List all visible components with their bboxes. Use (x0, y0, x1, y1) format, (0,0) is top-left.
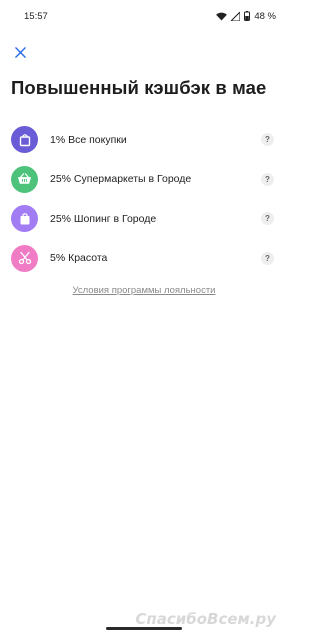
status-bar: 15:57 48 % (0, 0, 288, 32)
status-time: 15:57 (24, 10, 48, 22)
help-icon[interactable]: ? (261, 172, 274, 186)
close-button[interactable] (10, 42, 30, 62)
category-label: 25% Супермаркеты в Городе (50, 173, 192, 186)
category-icon-bg (11, 165, 38, 193)
battery-percent: 48 % (254, 10, 276, 22)
category-icon-bg (11, 205, 38, 233)
category-row-supermarkets[interactable]: 25% Супермаркеты в Городе ? (0, 160, 288, 200)
page-title: Повышенный кэшбэк в мае (11, 77, 267, 98)
status-icons: 48 % (216, 11, 276, 22)
category-label: 25% Шопинг в Городе (50, 212, 157, 225)
help-icon[interactable]: ? (261, 212, 274, 226)
category-icon-bg (11, 244, 38, 272)
category-row-shopping[interactable]: 25% Шопинг в Городе ? (0, 199, 288, 239)
signal-icon (231, 11, 241, 21)
shopping-bag-icon (19, 133, 30, 146)
basket-icon (17, 173, 32, 184)
battery-icon (244, 11, 251, 21)
category-row-beauty[interactable]: 5% Красота ? (0, 239, 288, 279)
help-icon[interactable]: ? (261, 251, 274, 265)
category-icon-bg (11, 126, 38, 154)
close-icon (14, 46, 26, 58)
watermark: СпасибоВсем.ру (135, 610, 276, 628)
loyalty-terms-link[interactable]: Условия программы лояльности (0, 285, 288, 296)
cashback-category-list: 1% Все покупки ? 25% Супермаркеты в Горо… (0, 120, 288, 278)
help-icon[interactable]: ? (261, 133, 274, 147)
category-label: 5% Красота (50, 252, 108, 265)
shopping-bag-icon (20, 212, 29, 225)
category-label: 1% Все покупки (50, 133, 127, 146)
wifi-icon (216, 12, 228, 21)
category-row-all-purchases[interactable]: 1% Все покупки ? (0, 120, 288, 160)
scissors-icon (18, 252, 31, 265)
home-indicator[interactable] (106, 627, 182, 630)
